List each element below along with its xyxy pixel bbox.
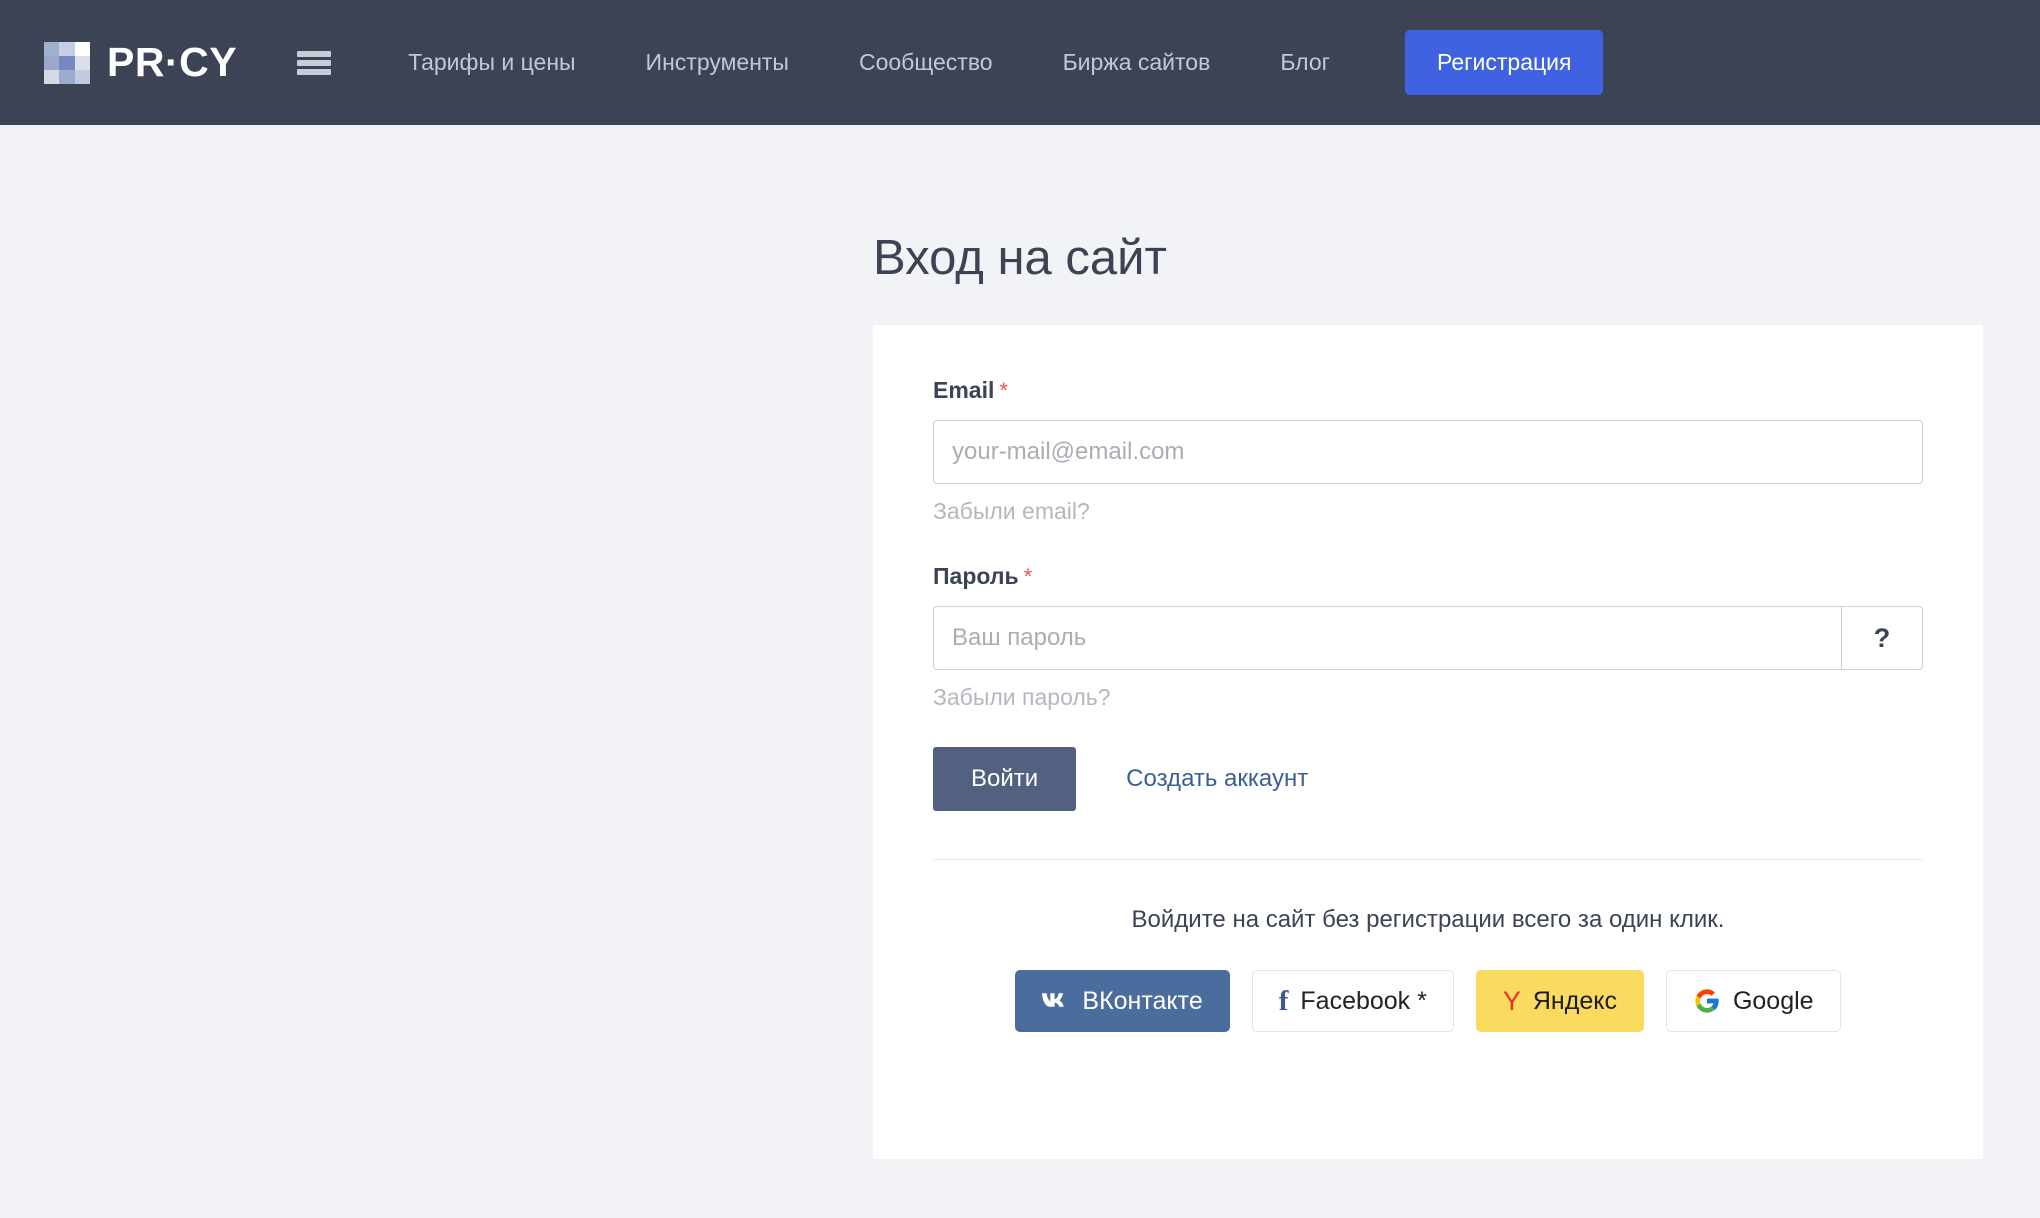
password-input-row: ?	[933, 606, 1923, 670]
yandex-label: Яндекс	[1533, 987, 1617, 1016]
nav-item-tools[interactable]: Инструменты	[611, 49, 824, 76]
logo-cell-2	[59, 42, 74, 56]
logo-cell-7	[44, 70, 59, 84]
login-card: Email* Забыли email? Пароль* ? Забыли па…	[873, 325, 1983, 1159]
password-label: Пароль*	[933, 563, 1923, 590]
forgot-email-link[interactable]: Забыли email?	[933, 498, 1090, 525]
facebook-label: Facebook *	[1300, 987, 1426, 1016]
section-divider	[933, 859, 1923, 860]
nav-item-blog[interactable]: Блог	[1245, 49, 1365, 76]
page-title: Вход на сайт	[873, 234, 1167, 283]
vkontakte-login-button[interactable]: ВКонтакте	[1015, 970, 1229, 1032]
nav-item-marketplace[interactable]: Биржа сайтов	[1028, 49, 1246, 76]
email-field-block: Email* Забыли email?	[933, 377, 1923, 525]
hamburger-bar-1	[297, 51, 331, 57]
password-required-mark: *	[1024, 564, 1033, 589]
logo-cell-6	[75, 56, 90, 70]
facebook-login-button[interactable]: f Facebook *	[1252, 970, 1454, 1032]
google-login-button[interactable]: Google	[1666, 970, 1841, 1032]
logo-cell-5	[59, 56, 74, 70]
brand-name: PR·CY	[107, 42, 237, 83]
logo-cell-4	[44, 56, 59, 70]
logo-cell-9	[75, 70, 90, 84]
logo-cell-1	[44, 42, 59, 56]
hamburger-icon[interactable]	[297, 49, 331, 77]
hamburger-bar-3	[297, 69, 331, 75]
yandex-icon: Y	[1503, 988, 1521, 1015]
facebook-icon: f	[1279, 987, 1289, 1016]
google-label: Google	[1733, 987, 1814, 1016]
email-required-mark: *	[999, 378, 1008, 403]
password-help-icon[interactable]: ?	[1841, 606, 1923, 670]
site-header: PR·CY Тарифы и цены Инструменты Сообщест…	[0, 0, 2040, 125]
login-button[interactable]: Войти	[933, 747, 1076, 811]
nav-item-community[interactable]: Сообщество	[824, 49, 1028, 76]
yandex-login-button[interactable]: Y Яндекс	[1476, 970, 1644, 1032]
register-button[interactable]: Регистрация	[1405, 30, 1603, 95]
main-navigation: Тарифы и цены Инструменты Сообщество Бир…	[373, 49, 1365, 76]
social-caption: Войдите на сайт без регистрации всего за…	[933, 906, 1923, 934]
nav-item-tariffs[interactable]: Тарифы и цены	[373, 49, 610, 76]
form-actions: Войти Создать аккаунт	[933, 747, 1923, 811]
vkontakte-label: ВКонтакте	[1082, 987, 1202, 1016]
social-login-row: ВКонтакте f Facebook * Y Яндекс	[933, 970, 1923, 1032]
email-label: Email*	[933, 377, 1923, 404]
email-input[interactable]	[933, 420, 1923, 484]
password-field-block: Пароль* ? Забыли пароль?	[933, 563, 1923, 711]
vk-icon	[1042, 989, 1070, 1014]
logo-cell-3	[75, 42, 90, 56]
email-label-text: Email	[933, 377, 994, 403]
logo-mark-icon	[44, 42, 90, 84]
logo-cell-8	[59, 70, 74, 84]
brand-logo[interactable]: PR·CY	[44, 42, 237, 84]
google-icon	[1693, 987, 1721, 1015]
password-input[interactable]	[933, 606, 1841, 670]
forgot-password-link[interactable]: Забыли пароль?	[933, 684, 1111, 711]
hamburger-bar-2	[297, 60, 331, 66]
create-account-link[interactable]: Создать аккаунт	[1126, 765, 1308, 793]
password-label-text: Пароль	[933, 563, 1019, 589]
